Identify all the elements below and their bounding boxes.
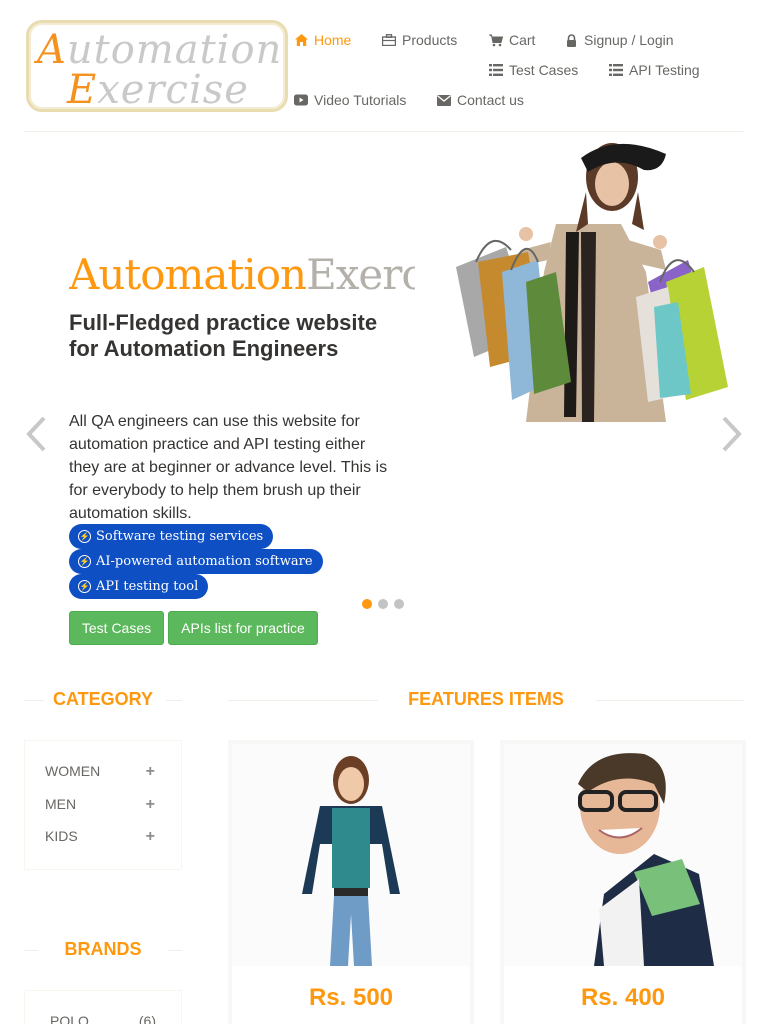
- slide-subtitle: Full-Fledged practice website for Automa…: [69, 310, 378, 361]
- nav-login-label: Signup / Login: [584, 32, 674, 48]
- brands-title-line-right: [168, 950, 182, 951]
- nav-test-cases[interactable]: Test Cases: [489, 62, 578, 78]
- product-card: Rs. 400: [500, 740, 746, 1024]
- nav-api-testing-label: API Testing: [629, 62, 700, 78]
- bolt-circle-icon: ⚡: [78, 555, 91, 568]
- nav-products-label: Products: [402, 32, 458, 48]
- category-title-line-right: [166, 700, 182, 701]
- bolt-circle-icon: ⚡: [78, 580, 91, 593]
- features-title-line-right: [596, 700, 744, 701]
- slide-title: AutomationExercise: [69, 250, 415, 299]
- chevron-left-icon: [26, 416, 46, 452]
- nav-contact-label: Contact us: [457, 92, 524, 108]
- pill-ai-automation[interactable]: ⚡ AI-powered automation software: [69, 549, 323, 574]
- envelope-icon: [437, 93, 451, 107]
- test-cases-button[interactable]: Test Cases: [69, 611, 164, 645]
- product-price: Rs. 400: [580, 984, 666, 1011]
- nav-test-cases-label: Test Cases: [509, 62, 579, 78]
- list-icon: [489, 63, 503, 77]
- nav-video-tutorials[interactable]: Video Tutorials: [294, 92, 406, 108]
- bolt-circle-icon: ⚡: [78, 530, 91, 543]
- hero-slider: AutomationExercise Full-Fledged practice…: [0, 132, 768, 652]
- cart-icon: [489, 33, 503, 47]
- nav-home-label: Home: [314, 32, 352, 48]
- slider-dot-3[interactable]: [394, 599, 404, 609]
- slider-prev-button[interactable]: [24, 414, 48, 454]
- nav-login[interactable]: Signup / Login: [564, 32, 674, 48]
- slide-description: All QA engineers can use this website fo…: [69, 413, 388, 522]
- slider-dot-2[interactable]: [378, 599, 388, 609]
- pill-api-testing-tool[interactable]: ⚡ API testing tool: [69, 574, 209, 599]
- plus-icon: +: [145, 828, 155, 845]
- product-card: Rs. 500: [228, 740, 474, 1024]
- home-icon: [294, 33, 308, 47]
- youtube-play-icon: [294, 93, 308, 107]
- slider-indicators: [362, 599, 404, 609]
- brands-title: BRANDS: [64, 939, 142, 959]
- brand-item-polo[interactable]: POLO (6): [50, 1013, 156, 1024]
- hero-shopping-girl-image: [456, 143, 728, 422]
- category-item-women[interactable]: WOMEN +: [45, 763, 155, 781]
- brands-panel: POLO (6): [24, 990, 182, 1024]
- list-icon: [609, 63, 623, 77]
- product-image-man-tshirt: [504, 744, 742, 966]
- nav-contact[interactable]: Contact us: [437, 92, 524, 108]
- nav-products[interactable]: Products: [382, 32, 457, 48]
- lock-icon: [564, 33, 578, 47]
- apis-list-button[interactable]: APIs list for practice: [168, 611, 318, 645]
- main-nav: Home Products Cart Signup / Login Test C…: [0, 0, 768, 130]
- plus-icon: +: [145, 796, 155, 813]
- category-item-men[interactable]: MEN +: [45, 796, 155, 814]
- nav-home[interactable]: Home: [294, 32, 351, 48]
- nav-cart-label: Cart: [509, 32, 536, 48]
- product-image-woman-top: [232, 744, 470, 966]
- plus-icon: +: [145, 763, 155, 780]
- product-box-icon: [382, 33, 396, 47]
- category-panel: WOMEN + MEN + KIDS +: [24, 740, 182, 870]
- slider-dot-1[interactable]: [362, 599, 372, 609]
- nav-video-tutorials-label: Video Tutorials: [314, 92, 407, 108]
- category-item-kids[interactable]: KIDS +: [45, 828, 155, 846]
- product-price: Rs. 500: [308, 984, 394, 1011]
- pill-software-testing[interactable]: ⚡ Software testing services: [69, 524, 274, 549]
- category-title: CATEGORY: [52, 689, 153, 709]
- nav-cart[interactable]: Cart: [489, 32, 535, 48]
- nav-api-testing[interactable]: API Testing: [609, 62, 700, 78]
